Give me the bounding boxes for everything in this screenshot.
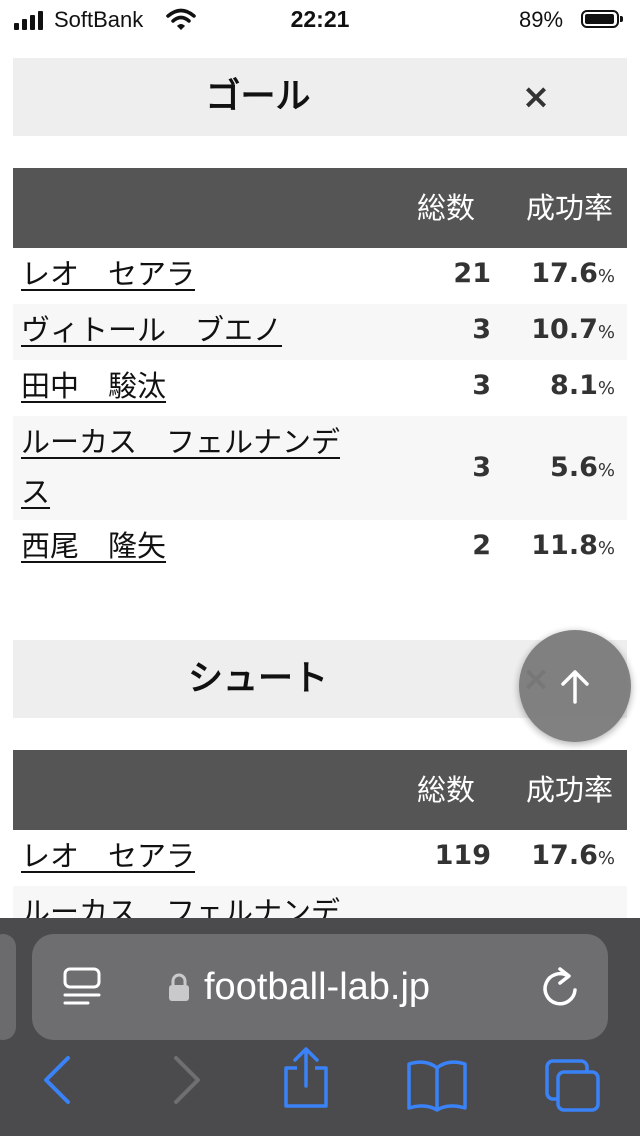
shoot-header-rate: 成功率 <box>525 773 613 807</box>
goal-rate: 5.6% <box>550 452 615 483</box>
reader-mode-icon[interactable] <box>62 966 102 1012</box>
table-row: ヴィトール ブエノ 3 10.7% <box>13 304 627 360</box>
player-link[interactable]: ルーカス フェルナンデ <box>21 416 340 468</box>
scroll-to-top-button[interactable] <box>519 630 631 742</box>
goal-rate: 11.8% <box>531 530 615 561</box>
share-icon <box>284 1047 328 1108</box>
reload-icon[interactable] <box>538 964 582 1014</box>
book-icon <box>407 1060 467 1112</box>
share-button[interactable] <box>280 1046 332 1114</box>
goal-rate: 8.1% <box>550 370 615 401</box>
bookmarks-button[interactable] <box>406 1058 468 1116</box>
arrow-up-icon <box>561 670 589 704</box>
address-bar[interactable]: football-lab.jp <box>32 934 608 1040</box>
table-row: 西尾 隆矢 2 11.8% <box>13 520 627 576</box>
player-link-continued[interactable]: ス <box>21 466 50 518</box>
player-link[interactable]: 西尾 隆矢 <box>21 520 166 572</box>
goal-section-title: ゴール <box>205 77 311 117</box>
battery-icon <box>581 10 623 28</box>
shoot-header-count: 総数 <box>416 773 475 807</box>
goal-count: 2 <box>472 530 491 561</box>
goal-close-button[interactable]: × <box>516 58 556 136</box>
goal-rate: 17.6% <box>531 258 615 289</box>
tabs-button[interactable] <box>544 1058 602 1118</box>
goal-count: 21 <box>453 258 491 289</box>
table-row: レオ セアラ 119 17.6% <box>13 830 627 886</box>
goal-section-header: ゴール × <box>13 58 627 136</box>
shoot-section-title: シュート <box>187 659 328 699</box>
browser-toolbar: football-lab.jp <box>0 918 640 1136</box>
goal-rate: 10.7% <box>531 314 615 345</box>
lock-icon <box>167 972 191 1006</box>
goal-count: 3 <box>472 452 491 483</box>
goal-header-count: 総数 <box>416 191 475 225</box>
back-button[interactable] <box>40 1054 76 1110</box>
tabs-icon <box>545 1059 600 1112</box>
url-text[interactable]: football-lab.jp <box>204 934 430 1040</box>
goal-count: 3 <box>472 370 491 401</box>
shoot-count: 119 <box>434 840 491 871</box>
chevron-right-icon <box>174 1056 200 1104</box>
previous-tab-peek[interactable] <box>0 934 16 1040</box>
goal-table-header: 総数 成功率 <box>13 168 627 248</box>
table-row: レオ セアラ 21 17.6% <box>13 248 627 304</box>
goal-count: 3 <box>472 314 491 345</box>
player-link[interactable]: 田中 駿汰 <box>21 360 166 412</box>
chevron-left-icon <box>44 1056 70 1104</box>
battery-percentage: 89% <box>519 7 564 32</box>
shoot-rate: 17.6% <box>531 840 615 871</box>
table-row: 田中 駿汰 3 8.1% <box>13 360 627 416</box>
table-row: ルーカス フェルナンデ ス 3 5.6% <box>13 416 627 520</box>
player-link[interactable]: レオ セアラ <box>21 248 195 300</box>
status-bar: SoftBank 22:21 89% <box>0 0 640 40</box>
goal-header-rate: 成功率 <box>525 191 613 225</box>
shoot-table-header: 総数 成功率 <box>13 750 627 830</box>
forward-button[interactable] <box>168 1054 204 1110</box>
player-link[interactable]: ヴィトール ブエノ <box>21 304 282 356</box>
player-link[interactable]: レオ セアラ <box>21 830 195 882</box>
